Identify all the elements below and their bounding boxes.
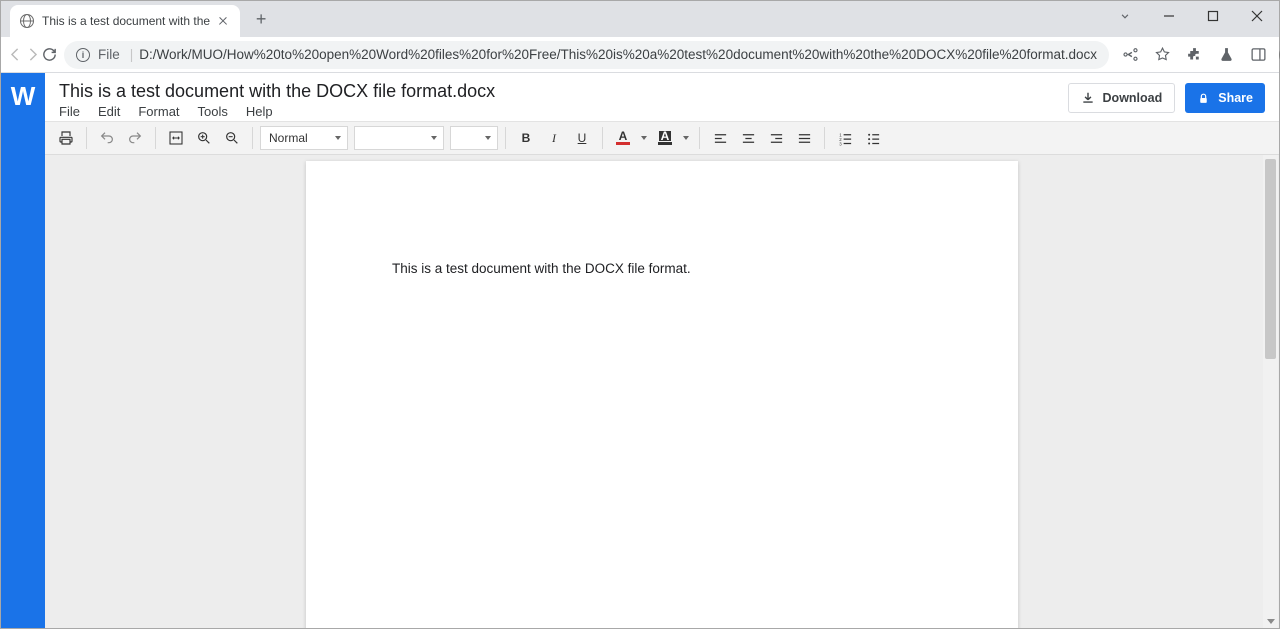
format-toolbar: Normal B I U A A <box>45 121 1279 155</box>
bookmark-star-icon[interactable] <box>1147 40 1177 70</box>
align-right-button[interactable] <box>763 125 789 151</box>
font-family-dropdown[interactable] <box>354 126 444 150</box>
svg-text:3: 3 <box>839 141 842 146</box>
italic-button[interactable]: I <box>541 125 567 151</box>
nav-forward-button[interactable] <box>24 40 41 70</box>
site-info-icon[interactable]: i <box>76 48 90 62</box>
nav-back-button[interactable] <box>7 40 24 70</box>
address-bar: i File | D:/Work/MUO/How%20to%20open%20W… <box>1 37 1279 73</box>
app-logo-strip: W <box>1 73 45 628</box>
download-button[interactable]: Download <box>1068 83 1176 113</box>
url-scheme-label: File <box>98 47 120 62</box>
document-page[interactable]: This is a test document with the DOCX fi… <box>306 161 1018 628</box>
close-tab-icon[interactable] <box>216 14 230 28</box>
scroll-thumb[interactable] <box>1265 159 1276 359</box>
menu-file[interactable]: File <box>59 104 80 119</box>
undo-button[interactable] <box>94 125 120 151</box>
redo-button[interactable] <box>122 125 148 151</box>
lock-icon <box>1197 92 1210 105</box>
tabs-overflow-button[interactable] <box>1103 1 1147 31</box>
word-webapp: W This is a test document with the DOCX … <box>1 73 1279 628</box>
tab-title: This is a test document with the <box>42 14 210 28</box>
print-button[interactable] <box>53 125 79 151</box>
window-maximize-button[interactable] <box>1191 1 1235 31</box>
share-page-icon[interactable] <box>1115 40 1145 70</box>
align-left-button[interactable] <box>707 125 733 151</box>
text-color-button[interactable]: A <box>610 125 636 151</box>
highlight-color-button[interactable]: A <box>652 125 678 151</box>
menu-bar: File Edit Format Tools Help <box>59 104 1068 119</box>
align-center-button[interactable] <box>735 125 761 151</box>
underline-button[interactable]: U <box>569 125 595 151</box>
numbered-list-button[interactable]: 123 <box>832 125 858 151</box>
nav-reload-button[interactable] <box>41 40 58 70</box>
menu-help[interactable]: Help <box>246 104 273 119</box>
labs-icon[interactable] <box>1211 40 1241 70</box>
zoom-out-button[interactable] <box>219 125 245 151</box>
bulleted-list-button[interactable] <box>860 125 886 151</box>
document-body-text: This is a test document with the DOCX fi… <box>392 261 691 276</box>
window-close-button[interactable] <box>1235 1 1279 31</box>
browser-tab[interactable]: This is a test document with the <box>10 5 240 37</box>
menu-tools[interactable]: Tools <box>198 104 228 119</box>
zoom-in-button[interactable] <box>191 125 217 151</box>
globe-icon <box>20 14 34 28</box>
omnibox[interactable]: i File | D:/Work/MUO/How%20to%20open%20W… <box>64 41 1109 69</box>
font-size-dropdown[interactable] <box>450 126 498 150</box>
scroll-down-arrow-icon[interactable] <box>1263 614 1278 628</box>
url-path: D:/Work/MUO/How%20to%20open%20Word%20fil… <box>139 47 1097 62</box>
highlight-color-dropdown-icon[interactable] <box>680 125 692 151</box>
profile-avatar[interactable]: H <box>1275 40 1280 70</box>
menu-format[interactable]: Format <box>138 104 179 119</box>
fit-width-button[interactable] <box>163 125 189 151</box>
vertical-scrollbar[interactable] <box>1263 155 1278 628</box>
app-header: This is a test document with the DOCX fi… <box>45 73 1279 121</box>
document-title[interactable]: This is a test document with the DOCX fi… <box>59 81 1068 102</box>
app-logo-letter: W <box>11 81 36 112</box>
extensions-icon[interactable] <box>1179 40 1209 70</box>
window-minimize-button[interactable] <box>1147 1 1191 31</box>
menu-edit[interactable]: Edit <box>98 104 120 119</box>
download-icon <box>1081 91 1095 105</box>
bold-button[interactable]: B <box>513 125 539 151</box>
new-tab-button[interactable]: + <box>248 6 274 32</box>
text-color-dropdown-icon[interactable] <box>638 125 650 151</box>
browser-tabstrip: This is a test document with the + <box>1 1 1279 37</box>
share-button[interactable]: Share <box>1185 83 1265 113</box>
paragraph-style-dropdown[interactable]: Normal <box>260 126 348 150</box>
document-canvas: This is a test document with the DOCX fi… <box>45 155 1279 628</box>
sidepanel-icon[interactable] <box>1243 40 1273 70</box>
align-justify-button[interactable] <box>791 125 817 151</box>
